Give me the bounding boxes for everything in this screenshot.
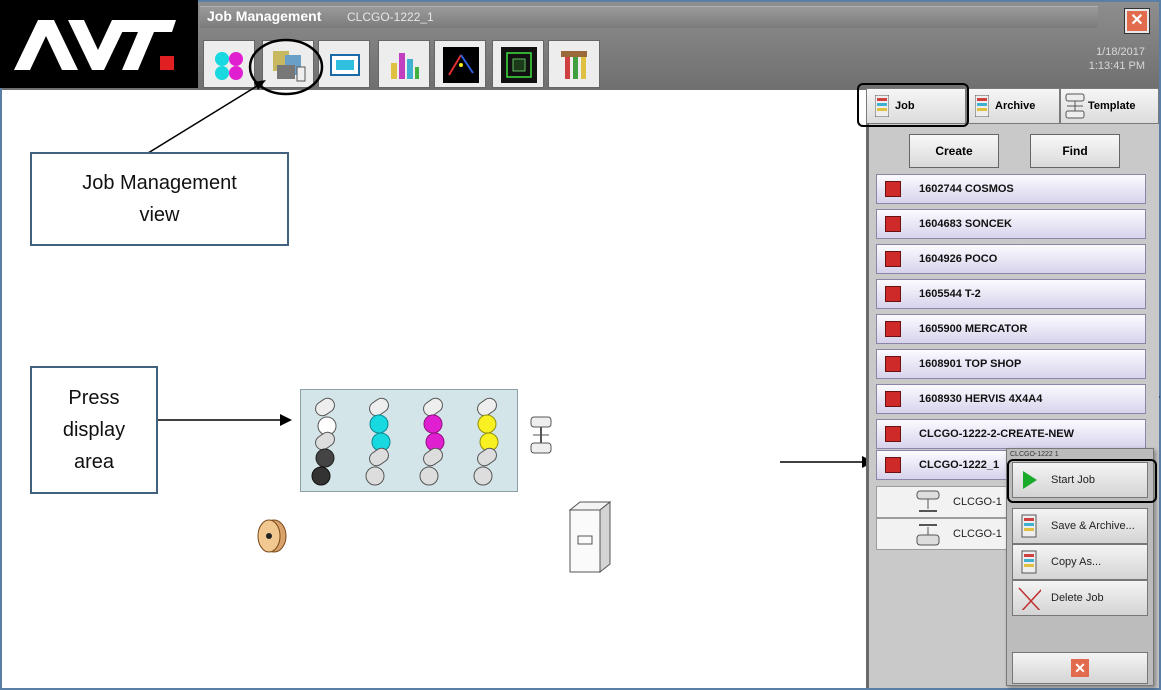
reel-icon bbox=[257, 519, 287, 553]
callout-text-line: view bbox=[139, 204, 180, 226]
job-list-item[interactable]: 1608930 HERVIS 4X4A4 bbox=[876, 384, 1146, 414]
job-name: 1605544 T-2 bbox=[919, 288, 981, 300]
sub-row-label: CLCGO-1 bbox=[953, 528, 1002, 540]
job-status-icon bbox=[885, 286, 901, 302]
job-list-item[interactable]: CLCGO-1222-2-CREATE-NEW bbox=[876, 419, 1146, 449]
callout-text-line: Job Management bbox=[82, 172, 237, 194]
tab-archive[interactable]: Archive bbox=[966, 88, 1060, 124]
job-list-item[interactable]: 1608901 TOP SHOP bbox=[876, 349, 1146, 379]
tab-template[interactable]: Template bbox=[1060, 88, 1159, 124]
callout-text-line: display bbox=[62, 419, 126, 441]
date-display: 1/18/2017 bbox=[1096, 46, 1145, 58]
save-archive-button[interactable]: Save & Archive... bbox=[1012, 508, 1148, 544]
ink-icon bbox=[215, 52, 243, 80]
title-strip bbox=[200, 6, 1098, 28]
callout-text-line: Press bbox=[68, 387, 120, 409]
context-menu-title: CLCGO-1222 1 bbox=[1010, 451, 1059, 458]
close-button[interactable]: ✕ bbox=[1124, 8, 1150, 34]
toolbar-graph-button[interactable] bbox=[434, 40, 486, 88]
callout-press-display-area: Press display area bbox=[30, 366, 158, 494]
time-display: 1:13:41 PM bbox=[1088, 60, 1145, 72]
job-status-icon bbox=[885, 181, 901, 197]
job-status-icon bbox=[885, 216, 901, 232]
press-unit-cyan bbox=[365, 397, 391, 486]
app-title: Job Management bbox=[207, 8, 322, 24]
save-archive-label: Save & Archive... bbox=[1051, 520, 1135, 532]
start-job-highlight bbox=[1007, 459, 1157, 503]
job-status-icon bbox=[885, 426, 901, 442]
press-unit-magenta bbox=[419, 397, 445, 486]
job-status-icon bbox=[885, 321, 901, 337]
job-name: 1608930 HERVIS 4X4A4 bbox=[919, 393, 1043, 405]
template-icon bbox=[530, 416, 552, 454]
job-list-item[interactable]: 1605900 MERCATOR bbox=[876, 314, 1146, 344]
context-menu-close-button[interactable]: ✕ bbox=[1012, 652, 1148, 684]
job-name: 1602744 COSMOS bbox=[919, 183, 1014, 195]
template-tab-icon bbox=[1065, 93, 1085, 119]
job-management-icon bbox=[273, 51, 306, 82]
job-name: 1608901 TOP SHOP bbox=[919, 358, 1022, 370]
toolbar-ink-button[interactable] bbox=[203, 40, 255, 88]
job-status-icon bbox=[885, 251, 901, 267]
job-name: 1604926 POCO bbox=[919, 253, 998, 265]
delete-job-button[interactable]: Delete Job bbox=[1012, 580, 1148, 616]
bar-chart-icon bbox=[391, 53, 419, 79]
inspection-icon bbox=[501, 47, 537, 83]
close-icon: ✕ bbox=[1071, 659, 1089, 677]
copy-as-button[interactable]: Copy As... bbox=[1012, 544, 1148, 580]
monitor-icon bbox=[330, 54, 360, 76]
sub-row-label: CLCGO-1 bbox=[953, 496, 1002, 508]
press-display-area[interactable] bbox=[300, 389, 518, 492]
delete-job-label: Delete Job bbox=[1051, 592, 1104, 604]
archive-tab-icon bbox=[975, 95, 989, 117]
tab-template-label: Template bbox=[1088, 100, 1136, 112]
copy-as-label: Copy As... bbox=[1051, 556, 1102, 568]
archive-icon bbox=[1021, 514, 1037, 538]
print-unit-icon bbox=[916, 524, 940, 546]
job-name: 1605900 MERCATOR bbox=[919, 323, 1028, 335]
toolbar-inspection-button[interactable] bbox=[492, 40, 544, 88]
job-name: CLCGO-1222_1 bbox=[919, 459, 1000, 471]
job-list-item[interactable]: 1605544 T-2 bbox=[876, 279, 1146, 309]
graph-icon bbox=[443, 47, 479, 83]
find-button[interactable]: Find bbox=[1030, 134, 1120, 168]
avt-logo bbox=[0, 0, 198, 88]
callout-text-line: area bbox=[73, 451, 114, 473]
job-status-icon bbox=[885, 457, 901, 473]
job-list-item[interactable]: 1602744 COSMOS bbox=[876, 174, 1146, 204]
create-button[interactable]: Create bbox=[909, 134, 999, 168]
toolbar-chart-button[interactable] bbox=[378, 40, 430, 88]
job-status-icon bbox=[885, 356, 901, 372]
delete-icon bbox=[1018, 587, 1041, 610]
press-units-graphic bbox=[311, 397, 499, 486]
job-name: 1604683 SONCEK bbox=[919, 218, 1012, 230]
callout-job-management-view: Job Management view bbox=[30, 152, 289, 246]
job-list-item[interactable]: 1604926 POCO bbox=[876, 244, 1146, 274]
copy-icon bbox=[1021, 550, 1037, 574]
press-unit-black bbox=[311, 397, 337, 486]
close-icon: ✕ bbox=[1127, 11, 1147, 31]
press-unit-yellow bbox=[473, 397, 499, 486]
cabinet-icon bbox=[568, 500, 612, 574]
current-job-label: CLCGO-1222_1 bbox=[347, 10, 434, 24]
toolbar-job-management-button[interactable] bbox=[262, 40, 314, 88]
job-name: CLCGO-1222-2-CREATE-NEW bbox=[919, 428, 1075, 440]
tab-archive-label: Archive bbox=[995, 100, 1036, 112]
job-tab-highlight bbox=[857, 83, 969, 127]
tools-icon bbox=[561, 51, 587, 79]
toolbar-tools-button[interactable] bbox=[548, 40, 600, 88]
job-list-item[interactable]: 1604683 SONCEK bbox=[876, 209, 1146, 239]
print-unit-icon bbox=[916, 490, 940, 512]
toolbar-monitor-button[interactable] bbox=[318, 40, 370, 88]
job-status-icon bbox=[885, 391, 901, 407]
